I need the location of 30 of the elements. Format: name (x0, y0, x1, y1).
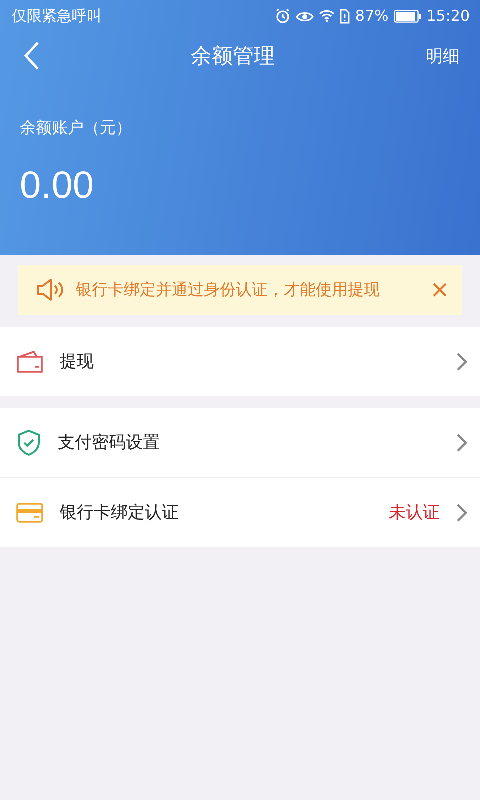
menu-label: 提现 (60, 351, 95, 373)
wallet-icon (16, 350, 44, 374)
carrier-text: 仅限紧急呼叫 (12, 6, 102, 26)
back-button[interactable] (24, 41, 40, 71)
battery-icon (394, 10, 422, 22)
page-title: 余额管理 (191, 43, 275, 70)
notice-text: 银行卡绑定并通过身份认证，才能使用提现 (76, 279, 381, 301)
menu-label: 支付密码设置 (58, 432, 161, 454)
chevron-icon (456, 432, 468, 452)
battery-percent: 87% (355, 7, 389, 25)
menu-label: 银行卡绑定认证 (60, 502, 180, 524)
clock-time: 15:20 (426, 7, 470, 25)
close-button[interactable] (432, 282, 448, 298)
wifi-icon (319, 9, 336, 23)
chevron-icon (456, 502, 468, 522)
menu-item[interactable]: 银行卡绑定认证 未认证 (0, 478, 480, 547)
card-icon (16, 502, 44, 524)
chevron-icon (456, 352, 468, 372)
back-icon (24, 41, 40, 71)
menu-item[interactable]: 支付密码设置 (0, 408, 480, 478)
close-icon (432, 282, 448, 298)
menu-item[interactable]: 提现 (0, 327, 480, 396)
shield-icon (16, 428, 42, 456)
balance-amount: 0.00 (20, 165, 94, 208)
balance-label: 余额账户（元） (20, 118, 132, 139)
speaker-icon (36, 277, 66, 303)
sim-icon (340, 8, 350, 24)
status-text: 未认证 (389, 502, 440, 524)
details-button[interactable]: 明细 (426, 44, 460, 68)
alarm-icon (275, 8, 292, 24)
